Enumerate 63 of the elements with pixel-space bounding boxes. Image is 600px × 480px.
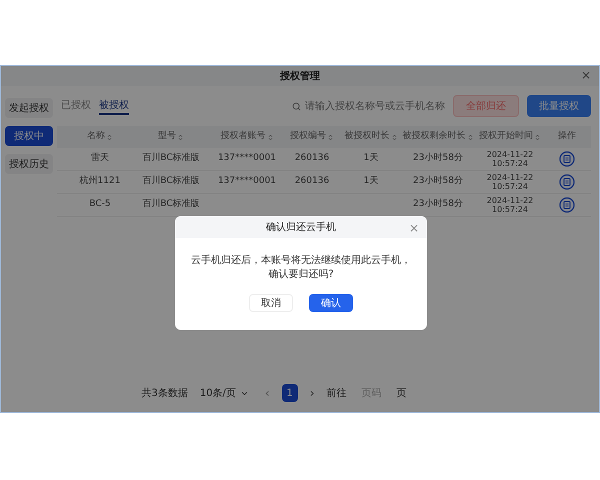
- search-field[interactable]: 请输入授权名称号或云手机名称: [292, 98, 445, 114]
- tab[interactable]: 已授权: [61, 98, 91, 114]
- table-cell-text: 260136: [294, 175, 330, 188]
- column-header: 授权编号: [290, 130, 326, 144]
- table-cell-text: 23小时58分: [413, 152, 463, 166]
- table-cell: 2024-11-22: [486, 196, 534, 205]
- table-cell-text: 260136: [294, 152, 330, 166]
- document-circle-icon[interactable]: [559, 197, 575, 213]
- table-cell-text: 百川BC标准版: [142, 175, 200, 188]
- column-header: 型号: [158, 130, 176, 144]
- document-circle-icon[interactable]: [559, 151, 575, 167]
- table-cell-text: 杭州1121: [80, 175, 120, 188]
- column-header: 授权开始时间: [479, 130, 533, 144]
- next-page-button[interactable]: ›: [306, 384, 319, 402]
- sort-icon[interactable]: [266, 134, 274, 140]
- page-button[interactable]: 1: [282, 384, 298, 402]
- table-cell-text: BC-5: [89, 198, 111, 212]
- column-header: 授权者账号: [220, 130, 266, 144]
- table-cell-text: 137****0001: [218, 175, 276, 188]
- page-size-select[interactable]: 10条/页: [196, 386, 253, 400]
- sort-icon[interactable]: [177, 134, 184, 140]
- sort-icon[interactable]: [466, 134, 474, 140]
- sort-icon[interactable]: [327, 134, 334, 140]
- sort-icon[interactable]: [534, 134, 541, 140]
- close-icon[interactable]: ×: [408, 219, 419, 237]
- sidebar-item[interactable]: 授权历史: [5, 154, 53, 174]
- table-cell-text: 百川BC标准版: [142, 152, 200, 166]
- dialog-message: 云手机归还后，本账号将无法继续使用此云手机，: [191, 254, 411, 268]
- return-all-button[interactable]: 全部归还: [453, 95, 519, 117]
- total-count: 共3条数据: [141, 386, 188, 400]
- table-cell-text: 雷天: [91, 152, 109, 166]
- sort-icon[interactable]: [106, 134, 113, 140]
- close-icon[interactable]: ×: [580, 66, 591, 84]
- window-title: 授权管理: [280, 70, 320, 84]
- table-cell-text: 137****0001: [218, 152, 276, 166]
- prev-page-button[interactable]: ‹: [260, 384, 274, 402]
- table-cell-text: 23小时58分: [413, 198, 463, 212]
- confirm-button[interactable]: 确认: [309, 294, 353, 312]
- table-cell-text: 百川BC标准版: [142, 198, 200, 212]
- table-cell-text: 23小时58分: [413, 175, 463, 188]
- action-button[interactable]: 批量授权: [527, 95, 591, 117]
- sidebar-item[interactable]: 发起授权: [5, 98, 53, 118]
- column-header: 操作: [558, 130, 576, 144]
- column-header: 名称: [87, 130, 105, 144]
- table-cell: 10:57:24: [492, 182, 528, 191]
- table-cell: 2024-11-22: [486, 173, 534, 182]
- column-header: 被授权时长: [344, 130, 390, 144]
- page-suffix: 页: [396, 386, 407, 400]
- dialog-message: 确认要归还吗?: [268, 268, 334, 282]
- goto-label: 前往: [326, 386, 347, 400]
- table-cell-text: 1天: [364, 175, 378, 188]
- table-cell: 10:57:24: [492, 205, 528, 214]
- document-circle-icon[interactable]: [559, 174, 575, 190]
- search-icon: [292, 102, 301, 110]
- sort-icon[interactable]: [390, 134, 398, 140]
- column-header: 被授权剩余时长: [402, 130, 466, 144]
- sidebar-item[interactable]: 授权中: [5, 126, 53, 146]
- cancel-button[interactable]: 取消: [249, 294, 293, 312]
- table-cell-text: 1天: [364, 152, 378, 166]
- tab[interactable]: 被授权: [99, 98, 129, 114]
- dialog-title: 确认归还云手机: [266, 220, 336, 234]
- table-cell: 10:57:24: [492, 159, 528, 168]
- table-cell: 2024-11-22: [486, 150, 534, 159]
